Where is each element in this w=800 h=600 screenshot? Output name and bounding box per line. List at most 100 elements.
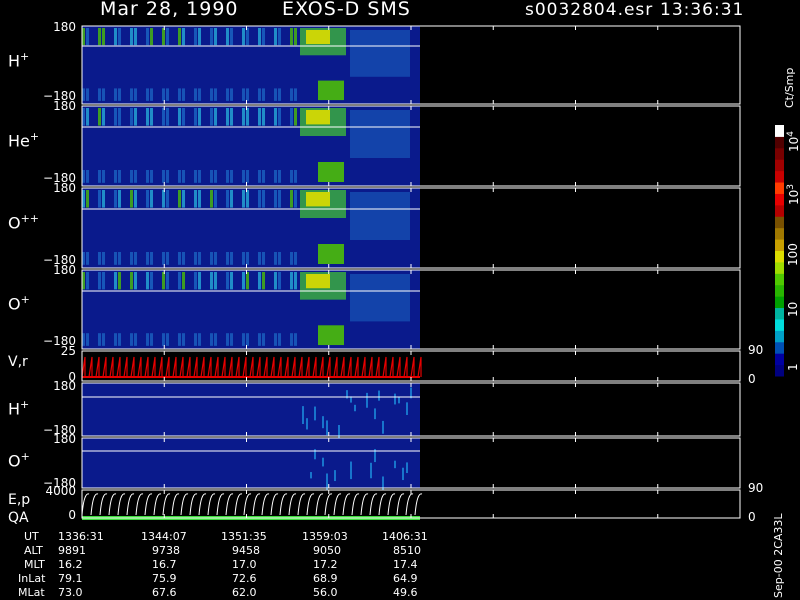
- cell: 1344:07: [141, 530, 187, 543]
- ytick-top: 180: [53, 181, 76, 195]
- intensity-cell: [182, 333, 185, 346]
- intensity-cell: [150, 252, 153, 265]
- intensity-cell: [98, 190, 101, 208]
- intensity-cell: [310, 472, 312, 479]
- intensity-cell: [114, 28, 117, 46]
- cell: 1359:03: [302, 530, 348, 543]
- intensity-cell: [146, 333, 149, 346]
- intensity-cell: [226, 170, 229, 183]
- intensity-cell: [294, 333, 297, 346]
- intensity-cell: [134, 333, 137, 346]
- colorbar-tick-100: 100: [786, 243, 800, 266]
- intensity-cell: [194, 88, 197, 101]
- intensity-cell: [306, 418, 308, 430]
- intensity-cell: [166, 272, 169, 290]
- intensity-cell: [98, 252, 101, 265]
- intensity-cell: [290, 333, 293, 346]
- intensity-cell: [226, 28, 229, 46]
- event-region: [318, 162, 344, 182]
- intensity-cell: [182, 272, 185, 290]
- cell: 62.0: [232, 586, 257, 599]
- intensity-cell: [274, 333, 277, 346]
- row-label: MLat: [18, 586, 45, 599]
- cell: 17.0: [232, 558, 257, 571]
- intensity-cell: [194, 190, 197, 208]
- intensity-cell: [102, 190, 105, 208]
- panel-label-h-plus: H+: [8, 50, 30, 71]
- intensity-cell: [150, 272, 153, 290]
- intensity-cell: [242, 252, 245, 265]
- intensity-cell: [134, 108, 137, 126]
- panel-label-o-plus-2: O+: [8, 450, 30, 471]
- intensity-cell: [274, 272, 277, 290]
- intensity-cell: [118, 252, 121, 265]
- cell: 17.2: [313, 558, 338, 571]
- panel-label-o-plusplus: O++: [8, 212, 40, 233]
- intensity-cell: [166, 252, 169, 265]
- intensity-cell: [198, 333, 201, 346]
- intensity-cell: [242, 108, 245, 126]
- event-core: [306, 110, 330, 125]
- intensity-cell: [86, 190, 89, 208]
- intensity-cell: [226, 272, 229, 290]
- intensity-cell: [258, 88, 261, 101]
- intensity-cell: [102, 88, 105, 101]
- intensity-cell: [118, 170, 121, 183]
- intensity-cell: [162, 252, 165, 265]
- intensity-cell: [274, 108, 277, 126]
- colorbar-segment: [775, 261, 784, 274]
- colorbar-unit-label: Ct/Smp: [783, 67, 796, 108]
- colorbar-tick-1000: 103: [786, 183, 800, 205]
- right-tick-bottom: 0: [748, 510, 756, 524]
- spectrogram-background: [82, 438, 420, 488]
- colorbar-segment: [775, 227, 784, 240]
- intensity-cell: [246, 88, 249, 101]
- intensity-cell: [194, 272, 197, 290]
- panel-label-ep: E,p: [8, 492, 31, 508]
- intensity-cell: [146, 28, 149, 46]
- intensity-cell: [258, 272, 261, 290]
- intensity-cell: [278, 28, 281, 46]
- intensity-cell: [294, 108, 297, 126]
- intensity-cell: [166, 333, 169, 346]
- intensity-cell: [102, 272, 105, 290]
- intensity-cell: [278, 252, 281, 265]
- ytick-top: 180: [53, 263, 76, 277]
- intensity-cell: [394, 393, 396, 405]
- intensity-cell: [262, 170, 265, 183]
- intensity-cell: [118, 333, 121, 346]
- intensity-cell: [398, 397, 400, 404]
- intensity-cell: [226, 190, 229, 208]
- event-halo: [350, 274, 410, 322]
- intensity-cell: [302, 406, 304, 424]
- intensity-cell: [210, 170, 213, 183]
- event-core: [306, 30, 330, 45]
- intensity-cell: [242, 190, 245, 208]
- intensity-cell: [182, 170, 185, 183]
- intensity-cell: [102, 28, 105, 46]
- intensity-cell: [278, 333, 281, 346]
- intensity-cell: [294, 28, 297, 46]
- ytick-top: 4000: [45, 484, 76, 498]
- intensity-cell: [198, 272, 201, 290]
- ytick-bottom: 0: [68, 508, 76, 522]
- cell: 72.6: [232, 572, 257, 585]
- event-halo: [350, 110, 410, 158]
- intensity-cell: [86, 28, 89, 46]
- intensity-cell: [130, 272, 133, 290]
- intensity-cell: [178, 252, 181, 265]
- intensity-cell: [230, 272, 233, 290]
- colorbar-tick-10000: 104: [786, 130, 800, 152]
- cell: 1336:31: [58, 530, 104, 543]
- panel-label-vr: V,r: [8, 354, 28, 370]
- intensity-cell: [134, 88, 137, 101]
- event-region: [318, 80, 344, 101]
- cell: 9050: [313, 544, 341, 557]
- colorbar-segment: [775, 216, 784, 229]
- row-label: ALT: [24, 544, 43, 557]
- right-tick-top: 90: [748, 343, 764, 357]
- panel-label-h-plus-2: H+: [8, 398, 30, 419]
- intensity-cell: [182, 190, 185, 208]
- intensity-cell: [394, 460, 396, 469]
- intensity-cell: [230, 88, 233, 101]
